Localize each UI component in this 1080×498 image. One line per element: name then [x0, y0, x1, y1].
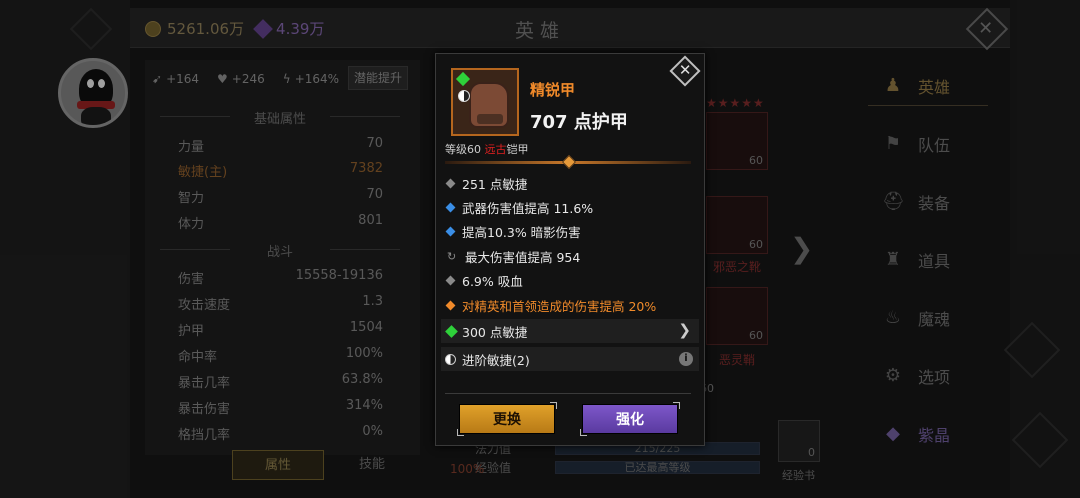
close-icon: ✕: [678, 60, 692, 79]
bullet-icon: [445, 275, 456, 285]
swap-button[interactable]: 更换: [457, 402, 557, 436]
chevron-right-icon: ❯: [678, 321, 691, 339]
divider: [445, 393, 691, 394]
rarity-label: 远古: [484, 143, 507, 156]
item-armor-value: 707 点护甲: [530, 112, 628, 133]
item-icon: [451, 68, 519, 136]
item-affix: 6.9% 吸血: [445, 270, 695, 290]
yin-yang-icon: [458, 90, 470, 102]
bullet-icon: [445, 178, 456, 188]
item-level-line: 等级60 远古铠甲: [445, 143, 529, 156]
yin-yang-icon: [445, 353, 456, 365]
bullet-icon: [445, 202, 456, 212]
refresh-icon: ↻: [447, 249, 457, 263]
item-affix: 武器伤害值提高 11.6%: [445, 197, 695, 217]
divider: [445, 154, 691, 170]
chest-armor-icon: [469, 82, 509, 128]
bullet-icon: [445, 300, 456, 310]
item-name: 精锐甲: [530, 81, 576, 99]
info-icon[interactable]: i: [679, 352, 693, 366]
bullet-icon: [445, 226, 456, 236]
item-affix: 251 点敏捷: [445, 173, 695, 193]
green-gem-icon: [445, 324, 458, 338]
green-gem-icon: [455, 71, 471, 87]
socket-gem-row[interactable]: 300 点敏捷 ❯: [441, 319, 699, 343]
item-affix: ↻ 最大伤害值提高 954: [447, 249, 581, 265]
item-affix: 提高10.3% 暗影伤害: [445, 221, 695, 241]
item-legendary-affix: 对精英和首领造成的伤害提高 20%: [445, 295, 695, 315]
enhance-button[interactable]: 强化: [580, 402, 680, 436]
advanced-attribute-row[interactable]: 进阶敏捷(2) i: [441, 347, 699, 371]
